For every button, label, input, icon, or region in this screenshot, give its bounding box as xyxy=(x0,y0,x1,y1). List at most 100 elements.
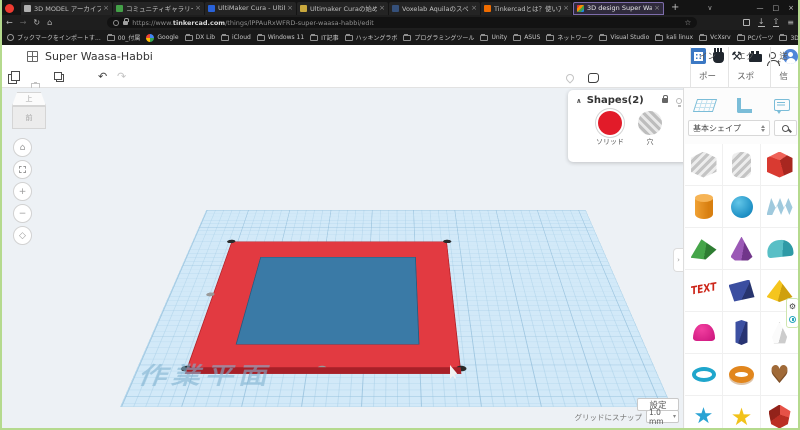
browser-tab[interactable]: UltiMaker Cura - UltiMaker × xyxy=(205,1,296,15)
tab-close-icon[interactable]: × xyxy=(654,4,660,12)
bookmark-item[interactable]: kali linux xyxy=(655,33,693,41)
corner-handle[interactable] xyxy=(443,239,452,244)
bookmark-item[interactable]: iCloud xyxy=(221,33,251,41)
corner-handle[interactable] xyxy=(226,239,236,244)
bookmark-item[interactable]: 3Dプリンタ xyxy=(779,33,800,42)
design-title[interactable]: Super Waasa-Habbi xyxy=(45,50,153,63)
view-cube[interactable]: 上 前 xyxy=(10,92,48,132)
url-text[interactable]: https://www.tinkercad.com/things/lPPAuRx… xyxy=(132,19,680,27)
shape-icosahedron[interactable] xyxy=(761,396,799,430)
hole-swatch[interactable] xyxy=(638,111,662,135)
forward-icon[interactable]: → xyxy=(20,18,27,27)
shape-torus[interactable] xyxy=(723,354,761,396)
copy-icon[interactable] xyxy=(8,71,20,84)
browser-tab[interactable]: コミュニティギャラリー - 実用・部品・ × xyxy=(113,1,204,15)
bookmark-item[interactable]: Google xyxy=(146,33,179,42)
workplane-tool-icon[interactable] xyxy=(692,98,718,112)
workplane[interactable]: 作業平面 xyxy=(120,209,672,407)
shape-round-roof[interactable] xyxy=(761,228,799,270)
tab-close-icon[interactable]: × xyxy=(287,4,293,12)
tab-close-icon[interactable]: × xyxy=(103,4,109,12)
fit-view-button[interactable] xyxy=(13,160,32,179)
gear-icon[interactable]: ⚙ xyxy=(789,303,796,311)
shape-wedge[interactable] xyxy=(723,270,761,312)
bookmark-item[interactable]: ASUS xyxy=(513,33,540,41)
design-canvas[interactable]: 作業平面 上 前 ⌂ + − ◇ ∧ Shapes(2) ソリッド 穴 設定 グ… xyxy=(0,88,683,430)
shape-box-hole[interactable] xyxy=(685,144,723,186)
browser-tab[interactable]: Ultimaker Curaの始め方【無料ダ × xyxy=(297,1,388,15)
undo-icon[interactable]: ↶ xyxy=(98,71,107,82)
shape-category-select[interactable]: 基本シェイプ xyxy=(688,120,770,136)
annotation-pin-icon[interactable] xyxy=(564,72,576,84)
tinkercad-logo[interactable]: TIN KER CAD xyxy=(3,47,20,64)
shape-polygon[interactable] xyxy=(723,312,761,354)
shape-tube[interactable] xyxy=(685,354,723,396)
edge-handle[interactable] xyxy=(316,365,327,371)
bookmark-item[interactable]: IT記事 xyxy=(310,33,339,42)
tab-close-icon[interactable]: × xyxy=(563,4,569,12)
browser-menu-icon[interactable]: ≡ xyxy=(787,18,794,27)
corner-handle[interactable] xyxy=(455,365,467,372)
bookmark-item[interactable]: DX Lib xyxy=(184,33,215,41)
browser-logo-icon[interactable] xyxy=(5,3,14,13)
bookmark-item[interactable]: ブックマークをインポートす... xyxy=(7,33,101,42)
bookmark-item[interactable]: ネットワーク xyxy=(546,33,593,42)
download-icon[interactable]: ↓ xyxy=(757,18,765,27)
solid-red-plate[interactable] xyxy=(179,239,467,372)
bookmark-item[interactable]: ハッキングラボ xyxy=(344,33,397,42)
solid-color-swatch[interactable] xyxy=(598,111,622,135)
shape-star-yellow[interactable]: ★ xyxy=(723,396,761,430)
window-close-button[interactable]: × xyxy=(788,4,794,12)
shape-heart[interactable]: ♥ xyxy=(761,354,799,396)
bookmark-item[interactable]: Visual Studio xyxy=(599,33,649,41)
url-bar[interactable]: https://www.tinkercad.com/things/lPPAuRx… xyxy=(107,17,698,28)
shape-text[interactable]: TEXT xyxy=(685,270,723,312)
home-icon[interactable]: ⌂ xyxy=(47,18,52,27)
browser-tab[interactable]: Voxelab Aquilaのスペック・組立・ × xyxy=(389,1,480,15)
view-cube-front-face[interactable]: 前 xyxy=(12,106,46,129)
tab-close-icon[interactable]: × xyxy=(195,4,201,12)
bookmark-item[interactable]: Windows 11 xyxy=(256,33,304,41)
bookmark-item[interactable]: VcXsrv xyxy=(699,33,731,41)
edge-handle[interactable] xyxy=(205,292,216,297)
new-tab-button[interactable]: + xyxy=(671,3,679,13)
panel-collapse-icon[interactable]: ∧ xyxy=(576,97,582,105)
shape-cone[interactable] xyxy=(723,228,761,270)
shape-paraboloid[interactable] xyxy=(685,312,723,354)
bookmark-item[interactable]: PCパーツ xyxy=(736,33,773,42)
tab-close-icon[interactable]: × xyxy=(379,4,385,12)
zoom-in-button[interactable]: + xyxy=(13,182,32,201)
bookmark-item[interactable]: プログラミングツール xyxy=(403,33,474,42)
sidebar-collapse-handle[interactable]: › xyxy=(673,248,683,272)
dashboard-grid-icon[interactable] xyxy=(27,51,38,62)
group-icon[interactable] xyxy=(588,73,599,83)
shape-sphere[interactable] xyxy=(723,186,761,228)
shape-box[interactable] xyxy=(761,144,799,186)
tab-close-icon[interactable]: × xyxy=(471,4,477,12)
redo-icon[interactable]: ↷ xyxy=(117,71,126,82)
browser-tab[interactable]: 3D design Super Waasa-Habbi × xyxy=(573,1,664,15)
shape-cylinder-hole[interactable] xyxy=(723,144,761,186)
view-home-button[interactable]: ⌂ xyxy=(13,138,32,157)
window-maximize-button[interactable]: □ xyxy=(773,4,780,12)
view-cube-top-face[interactable]: 上 xyxy=(12,92,46,106)
lock-icon[interactable] xyxy=(662,95,668,103)
bookmark-star-icon[interactable]: ☆ xyxy=(684,18,691,27)
perspective-toggle-button[interactable]: ◇ xyxy=(13,226,32,245)
reload-icon[interactable]: ↻ xyxy=(33,18,40,27)
bookmark-item[interactable]: 00_付属 xyxy=(106,33,140,42)
visibility-bulb-icon[interactable] xyxy=(676,97,682,107)
zoom-out-button[interactable]: − xyxy=(13,204,32,223)
back-icon[interactable]: ← xyxy=(6,18,13,27)
info-icon[interactable] xyxy=(789,315,796,323)
shape-roof[interactable] xyxy=(685,228,723,270)
blue-inner-plate[interactable] xyxy=(235,257,420,345)
share-icon[interactable]: ⇧ xyxy=(772,18,780,27)
browser-tab[interactable]: Tinkercadとは？使い方やできるこ × xyxy=(481,1,572,15)
shape-cylinder[interactable] xyxy=(685,186,723,228)
notes-tool-icon[interactable] xyxy=(774,99,790,114)
ruler-tool-icon[interactable] xyxy=(737,97,752,113)
extension-icon[interactable] xyxy=(742,19,750,26)
window-minimize-button[interactable]: — xyxy=(757,4,764,12)
duplicate-icon[interactable] xyxy=(54,72,62,80)
